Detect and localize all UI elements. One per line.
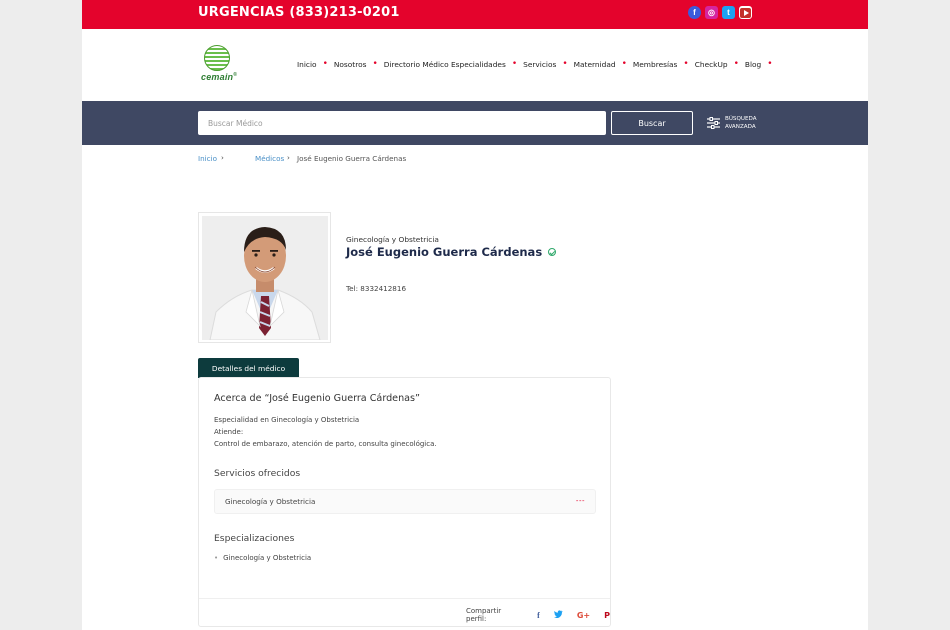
- breadcrumb-separator: ›: [221, 153, 224, 162]
- facebook-icon[interactable]: f: [688, 6, 701, 19]
- nav-item-blog[interactable]: Blog: [745, 60, 761, 69]
- service-expand-icon[interactable]: ---: [576, 497, 585, 505]
- nav-item-inicio[interactable]: Inicio: [297, 60, 317, 69]
- logo[interactable]: cemain®: [201, 45, 239, 85]
- advanced-search-label: BÚSQUEDA AVANZADA: [725, 116, 757, 130]
- breadcrumb-current: José Eugenio Guerra Cárdenas: [297, 154, 407, 163]
- divider: [199, 598, 610, 599]
- about-text: Especialidad en Ginecología y Obstetrici…: [214, 415, 437, 450]
- nav-separator: •: [621, 59, 627, 69]
- doctor-phone[interactable]: Tel: 8332412816: [346, 284, 406, 293]
- nav-item-maternidad[interactable]: Maternidad: [574, 60, 616, 69]
- nav-separator: •: [733, 59, 739, 69]
- instagram-icon[interactable]: ◎: [705, 6, 718, 19]
- youtube-icon[interactable]: [739, 6, 752, 19]
- pinterest-icon[interactable]: P: [604, 611, 610, 620]
- search-button[interactable]: Buscar: [611, 111, 693, 135]
- share-profile: Compartir perfil: f G+ P: [466, 607, 610, 623]
- doctor-photo: [202, 216, 328, 340]
- logo-wordmark: cemain®: [201, 72, 238, 82]
- doctor-name-text: José Eugenio Guerra Cárdenas: [346, 245, 543, 259]
- twitter-icon[interactable]: t: [722, 6, 735, 19]
- nav-separator: •: [372, 59, 378, 69]
- specializations-heading: Especializaciones: [214, 533, 295, 544]
- service-item[interactable]: Ginecología y Obstetricia ---: [214, 489, 596, 514]
- top-bar: URGENCIAS (833)213-0201 f ◎ t: [82, 0, 868, 29]
- doctor-details-card: Acerca de “José Eugenio Guerra Cárdenas”…: [198, 377, 611, 627]
- page: URGENCIAS (833)213-0201 f ◎ t cemain® In…: [82, 0, 868, 630]
- about-line: Atiende:: [214, 427, 244, 436]
- search-band: Buscar Médico Buscar BÚSQUEDA AVANZADA: [82, 101, 868, 145]
- doctor-photo-frame: [198, 212, 331, 343]
- verified-check-icon: [548, 248, 557, 256]
- breadcrumb-home[interactable]: Inicio: [198, 154, 217, 163]
- tab-doctor-details[interactable]: Detalles del médico: [198, 358, 299, 378]
- nav-separator: •: [683, 59, 689, 69]
- nav-separator: •: [322, 59, 328, 69]
- nav-item-checkup[interactable]: CheckUp: [695, 60, 728, 69]
- nav-separator: •: [767, 59, 773, 69]
- nav-item-servicios[interactable]: Servicios: [523, 60, 556, 69]
- google-plus-icon[interactable]: G+: [577, 611, 590, 620]
- urgent-phone[interactable]: URGENCIAS (833)213-0201: [198, 5, 400, 20]
- main-nav: Inicio • Nosotros • Directorio Médico Espe…: [297, 59, 779, 70]
- doctor-specialty: Ginecología y Obstetricia: [346, 235, 439, 244]
- share-label: Compartir perfil:: [466, 607, 502, 623]
- service-item-label: Ginecología y Obstetricia: [225, 497, 316, 506]
- facebook-icon[interactable]: f: [537, 611, 540, 620]
- social-links: f ◎ t: [688, 6, 752, 19]
- services-heading: Servicios ofrecidos: [214, 468, 301, 479]
- nav-separator: •: [562, 59, 568, 69]
- nav-item-nosotros[interactable]: Nosotros: [334, 60, 367, 69]
- logo-globe-icon: [204, 45, 230, 71]
- nav-item-directorio[interactable]: Directorio Médico Especialidades: [384, 60, 506, 69]
- about-line: Control de embarazo, atención de parto, …: [214, 439, 437, 448]
- specialization-item: • Ginecología y Obstetricia: [214, 554, 312, 562]
- sliders-icon: [707, 117, 720, 129]
- bullet-icon: •: [214, 554, 219, 562]
- search-input[interactable]: Buscar Médico: [198, 111, 606, 135]
- twitter-icon[interactable]: [553, 610, 563, 620]
- nav-separator: •: [511, 59, 518, 69]
- advanced-search-button[interactable]: BÚSQUEDA AVANZADA: [707, 115, 757, 131]
- breadcrumb-medicos[interactable]: Médicos: [255, 154, 284, 163]
- about-line: Especialidad en Ginecología y Obstetrici…: [214, 416, 360, 424]
- nav-item-membresias[interactable]: Membresías: [633, 60, 678, 69]
- breadcrumb-separator: ›: [287, 153, 290, 162]
- doctor-name: José Eugenio Guerra Cárdenas: [346, 245, 557, 259]
- about-heading: Acerca de “José Eugenio Guerra Cárdenas”: [214, 393, 421, 404]
